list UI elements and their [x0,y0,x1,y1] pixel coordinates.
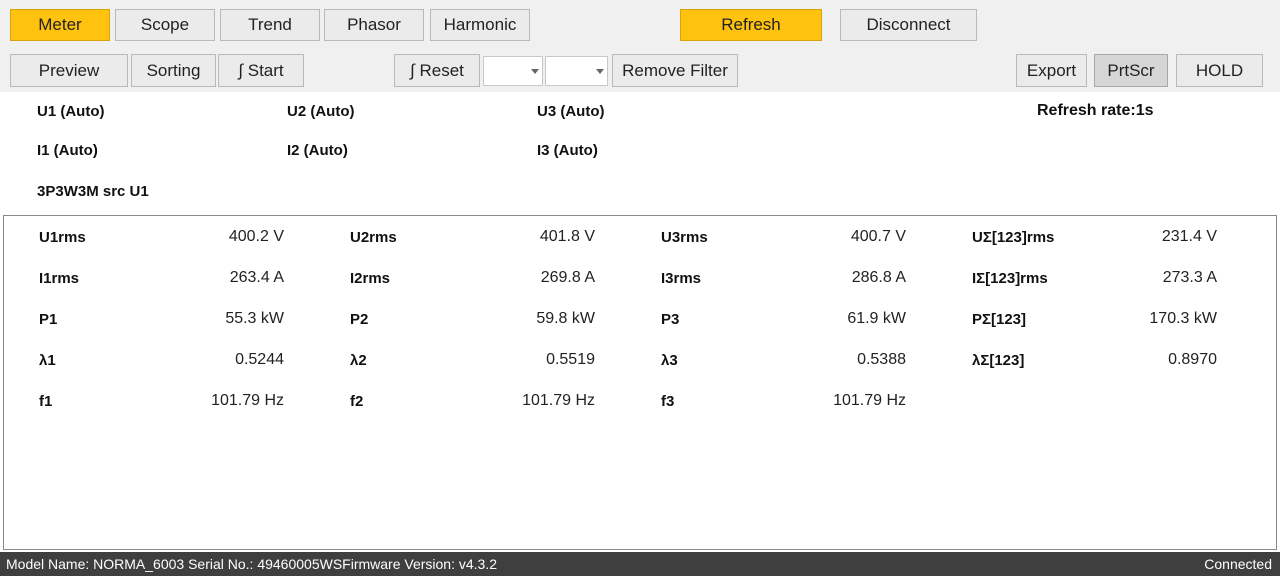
tab-harmonic[interactable]: Harmonic [430,9,530,41]
refresh-button[interactable]: Refresh [680,9,822,41]
measurement-value: 0.5244 [235,351,284,368]
measurement-value: 0.8970 [1168,351,1217,368]
range-i2: I2 (Auto) [287,142,348,159]
range-u2: U2 (Auto) [287,103,355,120]
range-i3: I3 (Auto) [537,142,598,159]
measurement-value: 55.3 kW [225,310,284,327]
measurement-label: PΣ[123] [972,311,1027,328]
measurement-value: 101.79 Hz [211,392,284,409]
integral-start-button[interactable]: ∫ Start [218,54,304,87]
measurement-value: 61.9 kW [847,310,906,327]
measurement-label: λ2 [350,352,367,369]
status-bar: Model Name: NORMA_6003 Serial No.: 49460… [0,552,1280,576]
range-u3: U3 (Auto) [537,103,605,120]
toolbar: Meter Scope Trend Phasor Harmonic Refres… [0,0,1280,92]
wiring-mode: 3P3W3M src U1 [37,183,149,200]
measurement-value: 59.8 kW [536,310,595,327]
prtscr-button[interactable]: PrtScr [1094,54,1168,87]
chevron-down-icon [593,57,607,85]
refresh-rate: Refresh rate:1s [1037,102,1154,119]
measurement-label: λ1 [39,352,56,369]
measurement-value: 400.2 V [228,228,284,245]
measurement-label: f3 [661,393,675,410]
measurement-value: 400.7 V [850,228,906,245]
disconnect-button[interactable]: Disconnect [840,9,977,41]
measurement-value: 101.79 Hz [522,392,595,409]
measurement-value: 273.3 A [1162,269,1217,286]
measurement-value: 101.79 Hz [833,392,906,409]
measurement-value: 401.8 V [539,228,595,245]
measurement-label: I1rms [39,270,80,287]
export-button[interactable]: Export [1016,54,1087,87]
measurement-label: P2 [350,311,369,328]
measurement-label: U2rms [350,229,397,246]
measurement-label: λ3 [661,352,678,369]
measurement-label: U1rms [39,229,86,246]
integral-reset-button[interactable]: ∫ Reset [394,54,480,87]
measurement-value: 269.8 A [540,269,595,286]
measurement-label: f2 [350,393,364,410]
tab-scope[interactable]: Scope [115,9,215,41]
sorting-button[interactable]: Sorting [131,54,216,87]
measurement-label: IΣ[123]rms [972,270,1048,287]
remove-filter-button[interactable]: Remove Filter [612,54,738,87]
tab-phasor[interactable]: Phasor [324,9,424,41]
measurement-label: U3rms [661,229,708,246]
measurement-value: 231.4 V [1161,228,1217,245]
device-info: Model Name: NORMA_6003 Serial No.: 49460… [6,556,497,572]
measurement-label: P3 [661,311,680,328]
measurement-value: 170.3 kW [1149,310,1217,327]
measurement-label: I3rms [661,270,702,287]
filter-combo-2[interactable] [545,56,608,86]
tab-meter[interactable]: Meter [10,9,110,41]
range-u1: U1 (Auto) [37,103,105,120]
filter-combo-1[interactable] [483,56,543,86]
preview-button[interactable]: Preview [10,54,128,87]
measurement-value: 0.5388 [857,351,906,368]
measurement-value: 0.5519 [546,351,595,368]
chevron-down-icon [528,57,542,85]
tab-trend[interactable]: Trend [220,9,320,41]
measurement-label: λΣ[123] [972,352,1025,369]
connection-status: Connected [1204,556,1272,572]
measurement-label: f1 [39,393,53,410]
measurement-label: P1 [39,311,58,328]
hold-button[interactable]: HOLD [1176,54,1263,87]
range-i1: I1 (Auto) [37,142,98,159]
measurement-value: 286.8 A [851,269,906,286]
measurement-label: UΣ[123]rms [972,229,1055,246]
measurement-label: I2rms [350,270,391,287]
measurement-value: 263.4 A [229,269,284,286]
measurement-panel: U1rms 400.2 V U2rms 401.8 V U3rms 400.7 V UΣ[1… [3,215,1277,550]
